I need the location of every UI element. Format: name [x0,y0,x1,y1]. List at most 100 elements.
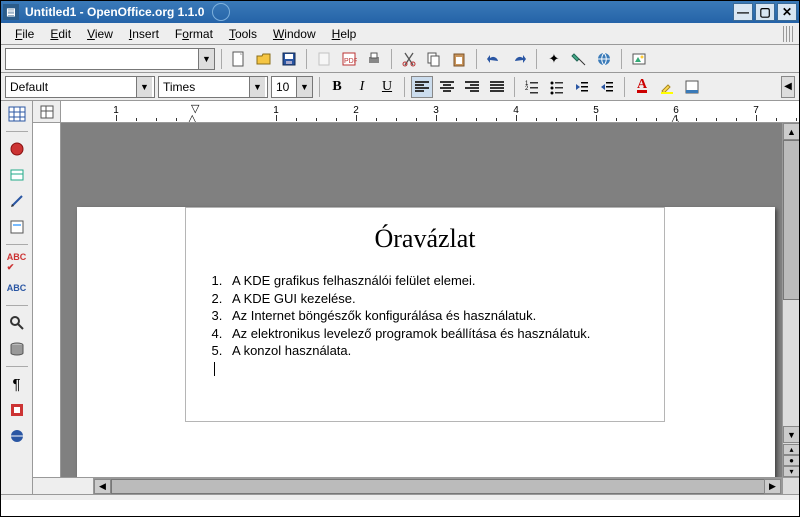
stylist-button[interactable] [568,48,590,70]
app-icon: ▤ [3,4,19,20]
graphics-onoff-button[interactable] [5,399,29,421]
url-combo[interactable]: ▼ [5,48,215,70]
open-button[interactable] [253,48,275,70]
copy-button[interactable] [423,48,445,70]
background-color-button[interactable] [681,76,703,98]
form-design-button[interactable] [5,216,29,238]
ruler-row: ▽ △ △ 11234567 [33,101,799,123]
vertical-toolbar: ABC✔ ABC ¶ [1,101,33,494]
hscroll-thumb[interactable] [111,479,781,494]
svg-text:1: 1 [525,81,529,87]
scroll-up-button[interactable]: ▲ [783,123,799,140]
new-button[interactable] [228,48,250,70]
insert-table-button[interactable] [5,103,29,125]
online-layout-button[interactable] [5,425,29,447]
list-item[interactable]: A KDE grafikus felhasználói felület elem… [226,272,646,290]
toolbar-more-button[interactable]: ◀ [781,76,795,98]
font-size-dropdown[interactable]: ▼ [296,77,312,97]
vertical-ruler[interactable] [33,123,61,477]
list-item[interactable]: Az Internet böngészők konfigurálása és h… [226,307,646,325]
maximize-button[interactable]: ▢ [755,3,775,21]
font-color-button[interactable]: A [631,76,653,98]
gallery-button[interactable] [628,48,650,70]
data-sources-button[interactable] [5,338,29,360]
insert-draw-button[interactable] [5,190,29,212]
vscroll-thumb[interactable] [783,140,799,300]
print-button[interactable] [363,48,385,70]
numbered-list-button[interactable]: 12 [521,76,543,98]
ruler-corner-button[interactable] [33,101,61,122]
horizontal-scrollbar[interactable]: ◀ ▶ [93,478,782,494]
menu-view[interactable]: View [79,25,121,43]
align-left-button[interactable] [411,76,433,98]
find-button[interactable] [5,312,29,334]
list-item[interactable]: Az elektronikus levelező programok beáll… [226,325,646,343]
decrease-indent-button[interactable] [571,76,593,98]
nonprinting-chars-button[interactable]: ¶ [5,373,29,395]
scroll-down-button[interactable]: ▼ [783,426,799,443]
font-name-dropdown[interactable]: ▼ [249,77,265,97]
close-button[interactable]: ✕ [777,3,797,21]
undo-button[interactable] [483,48,505,70]
list-item[interactable]: A KDE GUI kezelése. [226,290,646,308]
menu-insert[interactable]: Insert [121,25,167,43]
edit-doc-button[interactable] [313,48,335,70]
minimize-button[interactable]: — [733,3,753,21]
underline-button[interactable]: U [376,76,398,98]
page: Óravázlat A KDE grafikus felhasználói fe… [77,207,775,477]
spellcheck-auto-button[interactable]: ABC✔ [5,251,29,273]
horizontal-ruler[interactable]: ▽ △ △ 11234567 [61,101,799,122]
font-name-input[interactable] [159,77,249,97]
menu-window[interactable]: Window [265,25,324,43]
bold-button[interactable]: B [326,76,348,98]
menu-file[interactable]: File [7,25,42,43]
spellcheck-button[interactable]: ABC [5,277,29,299]
url-input[interactable] [6,49,198,69]
next-page-button[interactable]: ▾ [783,466,799,477]
font-size-input[interactable] [272,77,296,97]
bullet-list-button[interactable] [546,76,568,98]
menu-tools[interactable]: Tools [221,25,265,43]
font-size-combo[interactable]: ▼ [271,76,313,98]
menu-format[interactable]: Format [167,25,221,43]
save-button[interactable] [278,48,300,70]
page-scroll-area[interactable]: Óravázlat A KDE grafikus felhasználói fe… [61,123,782,477]
menu-edit[interactable]: Edit [42,25,79,43]
insert-fields-button[interactable] [5,164,29,186]
menu-bar: File Edit View Insert Format Tools Windo… [1,23,799,45]
paragraph-style-dropdown[interactable]: ▼ [136,77,152,97]
window-title: Untitled1 - OpenOffice.org 1.1.0 [25,5,204,19]
document-heading[interactable]: Óravázlat [204,224,646,254]
hyperlink-button[interactable] [593,48,615,70]
scroll-left-button[interactable]: ◀ [94,479,111,494]
highlight-button[interactable] [656,76,678,98]
navigation-button[interactable]: ● [783,455,799,466]
paragraph-style-combo[interactable]: ▼ [5,76,155,98]
left-indent-marker[interactable]: △ [188,112,196,122]
font-name-combo[interactable]: ▼ [158,76,268,98]
pdf-export-button[interactable]: PDF [338,48,360,70]
url-dropdown[interactable]: ▼ [198,49,214,69]
redo-button[interactable] [508,48,530,70]
vertical-scrollbar[interactable]: ▲ ▼ ▴ ● ▾ [782,123,799,477]
document-viewport: Óravázlat A KDE grafikus felhasználói fe… [33,123,799,477]
list-item[interactable]: A konzol használata. [226,342,646,360]
italic-button[interactable]: I [351,76,373,98]
text-frame[interactable]: Óravázlat A KDE grafikus felhasználói fe… [185,207,665,422]
numbered-list[interactable]: A KDE grafikus felhasználói felület elem… [204,272,646,360]
align-right-button[interactable] [461,76,483,98]
svg-text:PDF: PDF [344,58,357,65]
prev-page-button[interactable]: ▴ [783,444,799,455]
scroll-right-button[interactable]: ▶ [764,479,781,494]
navigator-button[interactable]: ✦ [543,48,565,70]
paste-button[interactable] [448,48,470,70]
menu-help[interactable]: Help [324,25,365,43]
increase-indent-button[interactable] [596,76,618,98]
align-justify-button[interactable] [486,76,508,98]
insert-object-button[interactable] [5,138,29,160]
status-bar [1,494,799,500]
cut-button[interactable] [398,48,420,70]
paragraph-style-input[interactable] [6,77,136,97]
standard-toolbar: ▼ PDF ✦ [1,45,799,73]
align-center-button[interactable] [436,76,458,98]
